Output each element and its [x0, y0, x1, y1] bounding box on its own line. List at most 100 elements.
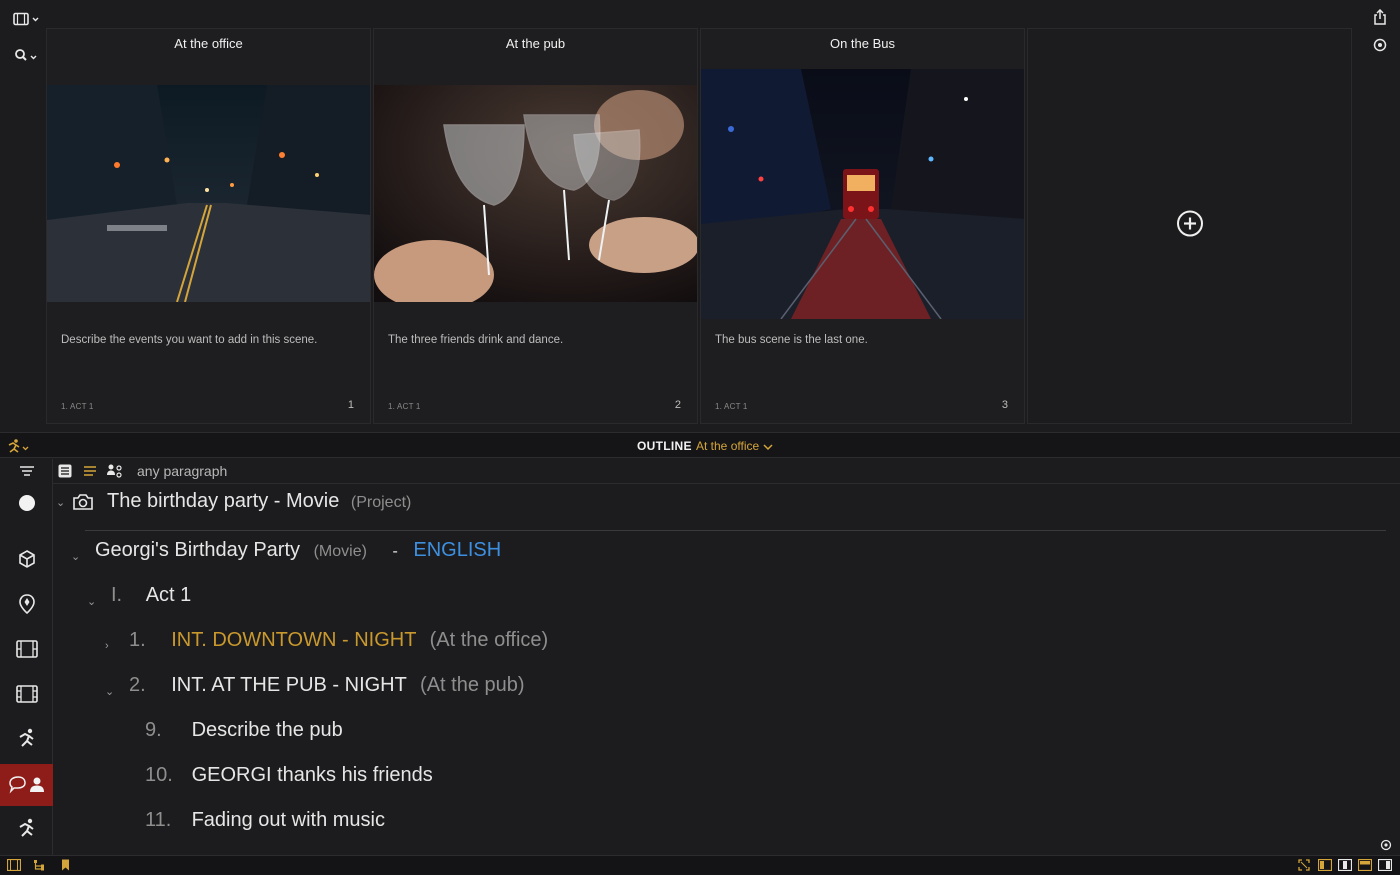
chevron-right-icon[interactable]: ›: [105, 640, 109, 652]
scene-row[interactable]: 2. INT. AT THE PUB - NIGHT (At the pub): [129, 674, 525, 697]
movie-separator: -: [392, 543, 398, 560]
sidebar-item-project[interactable]: [0, 483, 53, 523]
menu-lines-icon: [19, 466, 34, 476]
outline-scene-label: At the office: [696, 439, 760, 453]
scene-card[interactable]: At the pub The three friends drink and d…: [373, 28, 698, 424]
list-view-button[interactable]: [56, 463, 74, 479]
cube-icon: [18, 550, 35, 568]
chevron-down-icon[interactable]: ⌄: [56, 496, 65, 509]
layout-center-button[interactable]: [1337, 858, 1353, 872]
layout-top-button[interactable]: [1357, 858, 1373, 872]
scene-card-title: At the pub: [505, 36, 566, 51]
scene-card-act: 1. ACT 1: [61, 402, 94, 411]
settings-icon: [1373, 38, 1387, 52]
scene-cards: At the office Describe the events you wa…: [46, 28, 1354, 424]
paragraph-text: Fading out with music: [191, 809, 385, 831]
left-sidebar: [0, 459, 53, 855]
paragraph-row[interactable]: 9. Describe the pub: [145, 719, 343, 742]
scene-number: 1.: [129, 629, 146, 651]
chevron-down-icon[interactable]: ⌄: [105, 685, 114, 698]
paragraph-row[interactable]: 11. Fading out with music: [145, 809, 385, 832]
text-view-button[interactable]: [81, 463, 99, 479]
bookmark-icon: [61, 859, 69, 871]
paragraph-text: GEORGI thanks his friends: [191, 764, 433, 786]
movie-row[interactable]: Georgi's Birthday Party (Movie) - ENGLIS…: [95, 539, 501, 562]
runner-icon: [8, 439, 29, 453]
act-row[interactable]: I. Act 1: [111, 584, 191, 607]
outline-scene-selector[interactable]: At the office: [696, 439, 773, 453]
scene-card-description: The bus scene is the last one.: [715, 334, 868, 346]
film-status-button[interactable]: [6, 858, 22, 872]
runner-icon: [18, 728, 34, 747]
bookmark-status-button[interactable]: [58, 858, 72, 872]
paragraph-row[interactable]: 10. GEORGI thanks his friends: [145, 764, 433, 787]
scene-heading: INT. DOWNTOWN - NIGHT: [171, 629, 417, 651]
scene-image-street: [47, 85, 370, 302]
film-icon: [15, 685, 38, 703]
characters-icon: [107, 464, 122, 478]
list-icon: [58, 464, 72, 478]
scene-card-number: 2: [674, 399, 681, 411]
paragraph-text: Describe the pub: [191, 719, 343, 741]
chevron-down-icon[interactable]: ⌄: [71, 550, 80, 563]
sidebar-item-dialogues[interactable]: [0, 764, 53, 806]
top-left-toolbar: [0, 0, 46, 432]
scene-card-description: Describe the events you want to add in t…: [61, 334, 318, 346]
scene-card-act: 1. ACT 1: [715, 402, 748, 411]
top-right-toolbar: [1354, 0, 1400, 432]
fullscreen-icon: [1298, 859, 1310, 871]
outline-tree: ⌄ The birthday party - Movie (Project) ⌄…: [53, 484, 1400, 855]
add-scene-button[interactable]: [1176, 210, 1204, 243]
layout-right-button[interactable]: [1377, 858, 1393, 872]
text-icon: [84, 466, 96, 476]
sidebar-item-menu[interactable]: [0, 459, 53, 483]
location-icon: [18, 594, 35, 615]
project-type: (Project): [350, 494, 412, 511]
scene-image-tram: [701, 69, 1024, 319]
paragraph-number: 10.: [145, 764, 173, 786]
chevron-down-icon: [762, 444, 773, 450]
circle-icon: [18, 495, 35, 511]
fullscreen-button[interactable]: [1296, 858, 1312, 872]
layout-right-icon: [1378, 859, 1392, 871]
film-icon: [13, 12, 39, 26]
paragraph-number: 9.: [145, 719, 162, 741]
chevron-down-icon[interactable]: ⌄: [87, 595, 96, 608]
sidebar-item-sequences[interactable]: [0, 674, 53, 714]
divider: [85, 530, 1386, 531]
movie-name: Georgi's Birthday Party: [95, 539, 301, 561]
tree-icon: [34, 859, 44, 870]
sidebar-item-locations[interactable]: [0, 584, 53, 624]
project-row[interactable]: The birthday party - Movie (Project): [107, 490, 411, 513]
act-name: Act 1: [145, 584, 192, 606]
scene-row[interactable]: 1. INT. DOWNTOWN - NIGHT (At the office): [129, 629, 548, 652]
search-menu-button[interactable]: [12, 47, 42, 65]
add-scene-card: [1027, 28, 1352, 424]
scene-card-act: 1. ACT 1: [388, 402, 421, 411]
sidebar-item-objects[interactable]: [0, 539, 53, 579]
sidebar-item-actions[interactable]: [0, 719, 53, 759]
scene-alias: (At the office): [429, 629, 549, 651]
tree-status-button[interactable]: [32, 858, 48, 872]
characters-filter-button[interactable]: [105, 462, 125, 480]
movie-type: (Movie): [313, 543, 367, 560]
scene-card[interactable]: At the office Describe the events you wa…: [46, 28, 371, 424]
scene-heading: INT. AT THE PUB - NIGHT: [171, 674, 407, 696]
layout-left-button[interactable]: [1317, 858, 1333, 872]
film-icon: [15, 640, 38, 658]
scene-card[interactable]: On the Bus The bus scene is the last one…: [700, 28, 1025, 424]
settings-button[interactable]: [1370, 36, 1390, 54]
film-menu-button[interactable]: [12, 10, 42, 28]
scroll-settings-button[interactable]: [1379, 838, 1393, 852]
share-icon: [1374, 9, 1386, 25]
share-button[interactable]: [1370, 8, 1390, 26]
scene-card-number: 1: [347, 399, 354, 411]
runner-menu-button[interactable]: [6, 437, 32, 455]
add-scene-icon: [1176, 210, 1203, 237]
paragraph-filter[interactable]: any paragraph: [137, 463, 227, 479]
scene-card-title: On the Bus: [829, 36, 896, 51]
sidebar-item-scenes[interactable]: [0, 629, 53, 669]
sidebar-item-characters[interactable]: [0, 809, 53, 849]
film-icon: [7, 859, 21, 871]
movie-language[interactable]: ENGLISH: [413, 539, 501, 561]
